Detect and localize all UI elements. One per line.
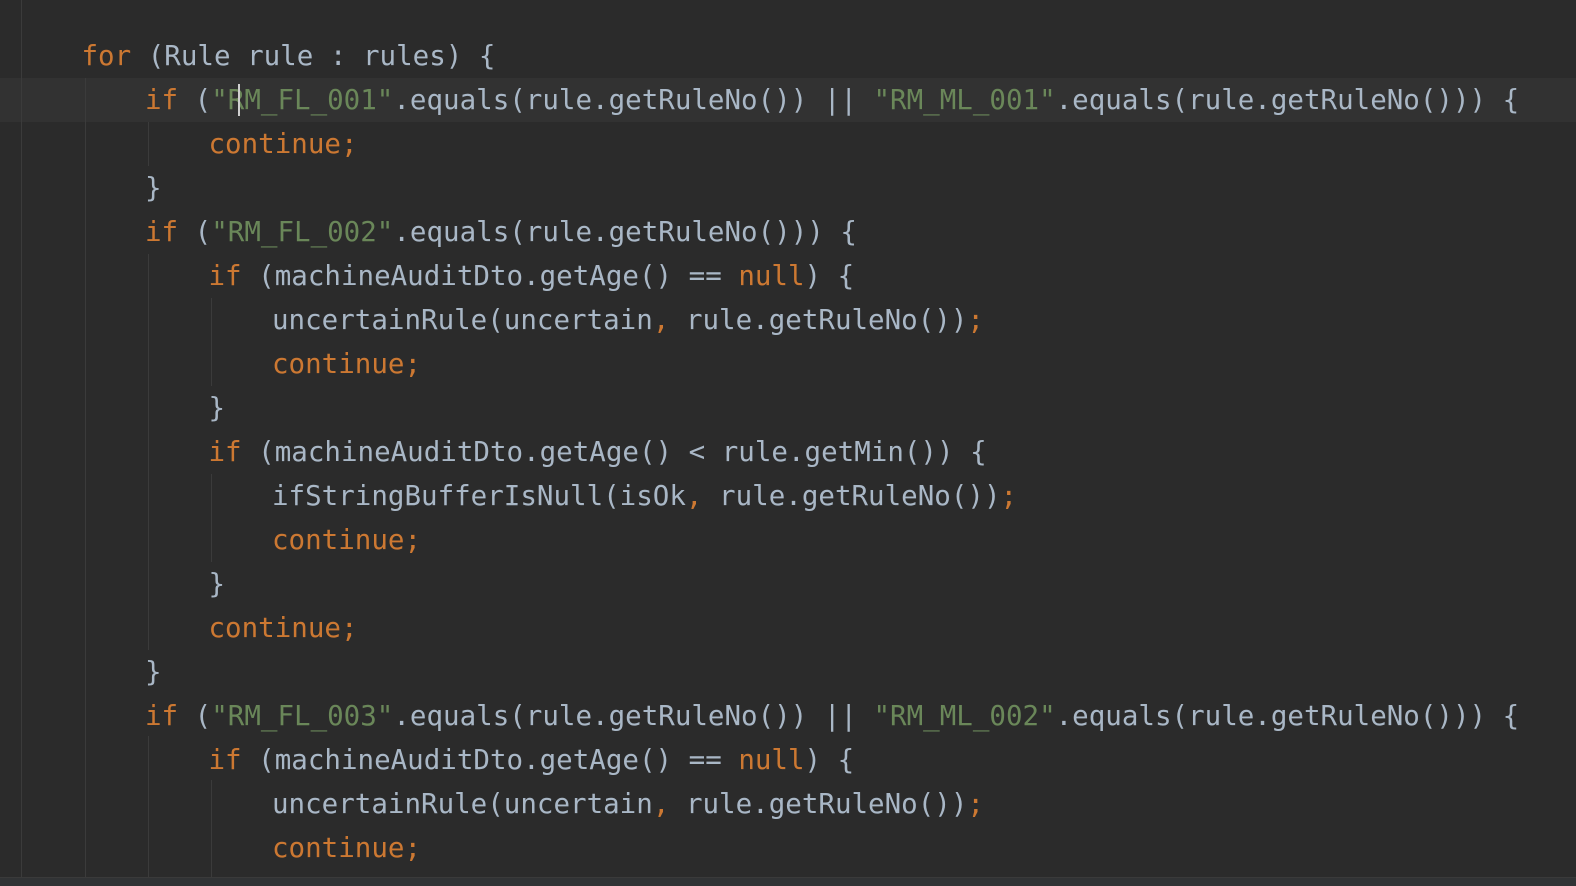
code-token: (machineAuditDto.getAge() == [258, 744, 739, 776]
code-line[interactable]: continue; [272, 826, 421, 870]
code-token: } [145, 172, 162, 204]
indent-guide [211, 298, 212, 386]
code-token: .equals(rule.getRuleNo()) || [393, 84, 874, 116]
indent-guide [148, 254, 149, 650]
code-token: } [208, 392, 226, 424]
code-line[interactable]: uncertainRule(uncertain, rule.getRuleNo(… [272, 782, 984, 826]
code-line[interactable]: } [209, 562, 226, 606]
code-line[interactable]: if ("RM_FL_001".equals(rule.getRuleNo())… [145, 78, 1519, 122]
keyword-token: if [145, 700, 195, 732]
horizontal-scrollbar[interactable] [0, 877, 1576, 886]
code-token: .equals(rule.getRuleNo())) { [1055, 84, 1520, 116]
code-line[interactable]: uncertainRule(uncertain, rule.getRuleNo(… [272, 298, 984, 342]
keyword-token: continue; [272, 832, 422, 864]
code-line[interactable]: ifStringBufferIsNull(isOk, rule.getRuleN… [272, 474, 1017, 518]
code-line[interactable]: if (machineAuditDto.getAge() == null) { [209, 254, 855, 298]
code-line[interactable]: continue; [272, 518, 421, 562]
code-token: .equals(rule.getRuleNo())) { [1055, 700, 1520, 732]
code-token: ifStringBufferIsNull(isOk [272, 480, 686, 512]
code-token: .equals(rule.getRuleNo()) || [393, 700, 874, 732]
code-token: ( [194, 216, 212, 248]
code-line[interactable]: } [209, 386, 226, 430]
string-token: "RM_FL_003" [211, 700, 394, 732]
code-line[interactable]: if (machineAuditDto.getAge() == null) { [209, 738, 855, 782]
code-line[interactable]: continue; [209, 122, 358, 166]
string-token: "RM_ML_002" [873, 700, 1056, 732]
keyword-token: for [81, 40, 148, 72]
code-token: (machineAuditDto.getAge() == [258, 260, 739, 292]
keyword-token: , [652, 788, 686, 820]
keyword-token: if [208, 436, 259, 468]
code-line[interactable]: for (Rule rule : rules) { [82, 34, 496, 78]
keyword-token: null [738, 260, 805, 292]
keyword-token: , [685, 480, 720, 512]
indent-guide [211, 474, 212, 562]
code-line[interactable]: continue; [209, 606, 358, 650]
indent-guide [148, 122, 149, 166]
code-token: (Rule rule : rules) { [147, 40, 496, 72]
keyword-token: if [208, 744, 259, 776]
keyword-token: ; [1000, 480, 1018, 512]
keyword-token: ; [967, 304, 984, 336]
code-token: } [208, 568, 226, 600]
code-token: } [145, 656, 162, 688]
keyword-token: , [652, 304, 686, 336]
keyword-token: continue; [272, 524, 422, 556]
code-line[interactable]: continue; [272, 342, 421, 386]
keyword-token: continue; [208, 612, 358, 644]
keyword-token: if [145, 84, 195, 116]
keyword-token: if [145, 216, 195, 248]
indent-guide [148, 736, 149, 878]
indent-guide [85, 78, 86, 878]
keyword-token: continue; [208, 128, 358, 160]
keyword-token: ; [967, 788, 984, 820]
code-line[interactable]: } [145, 650, 162, 694]
code-line[interactable]: if ("RM_FL_003".equals(rule.getRuleNo())… [145, 694, 1519, 738]
string-token: "RM_FL_002" [211, 216, 394, 248]
indent-guide [21, 0, 22, 878]
code-token: .equals(rule.getRuleNo())) { [393, 216, 857, 248]
code-token: ) { [804, 744, 855, 776]
code-token: ( [194, 700, 212, 732]
code-line[interactable]: if (machineAuditDto.getAge() < rule.getM… [209, 430, 987, 474]
keyword-token: null [738, 744, 805, 776]
code-line[interactable]: } [145, 166, 162, 210]
code-token: ( [194, 84, 212, 116]
code-token: uncertainRule(uncertain [272, 304, 653, 336]
code-token: ) { [804, 260, 855, 292]
code-token: (machineAuditDto.getAge() < rule.getMin(… [258, 436, 987, 468]
code-token: uncertainRule(uncertain [272, 788, 653, 820]
keyword-token: if [208, 260, 259, 292]
indent-guide [211, 780, 212, 878]
string-token: "RM_ML_001" [873, 84, 1056, 116]
code-line[interactable]: if ("RM_FL_002".equals(rule.getRuleNo())… [145, 210, 857, 254]
text-caret [238, 84, 240, 116]
keyword-token: continue; [272, 348, 422, 380]
code-editor[interactable]: for (Rule rule : rules) {if ("RM_FL_001"… [0, 0, 1576, 886]
code-token: rule.getRuleNo()) [719, 480, 1001, 512]
code-token: rule.getRuleNo()) [685, 788, 968, 820]
code-token: rule.getRuleNo()) [685, 304, 968, 336]
